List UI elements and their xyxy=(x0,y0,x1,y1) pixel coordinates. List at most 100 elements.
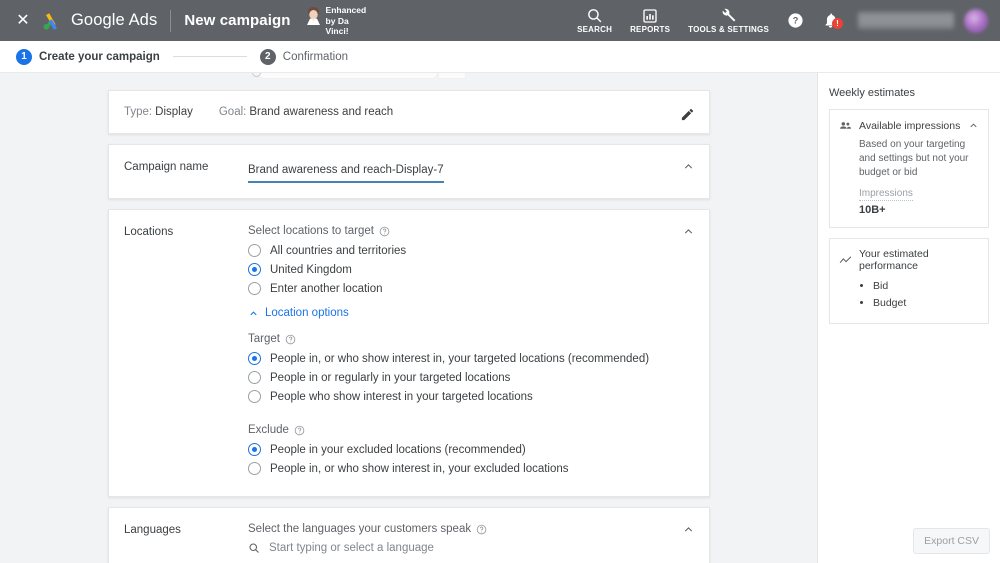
exclude-option-in-excluded[interactable]: People in your excluded locations (recom… xyxy=(248,443,663,456)
exclude-heading-row: Exclude xyxy=(248,424,663,436)
main-content: Type: Display Goal: Brand awareness and … xyxy=(0,73,818,563)
account-name[interactable] xyxy=(858,12,954,29)
impressions-metric-value: 10B+ xyxy=(859,204,886,216)
step-label: Confirmation xyxy=(282,50,348,63)
people-icon xyxy=(839,119,852,132)
sidebar-title: Weekly estimates xyxy=(829,87,915,99)
nav-search[interactable]: SEARCH xyxy=(568,7,621,34)
target-option-in-or-interest[interactable]: People in, or who show interest in, your… xyxy=(248,352,663,365)
nav-reports-label: REPORTS xyxy=(630,24,671,34)
radio-button xyxy=(248,462,261,475)
avatar[interactable] xyxy=(964,8,988,33)
top-header: ✕ Google Ads New campaign Enhanced by Da… xyxy=(0,0,1000,41)
impressions-metric-label: Impressions xyxy=(859,188,913,201)
location-option-united-kingdom[interactable]: United Kingdom xyxy=(248,263,663,276)
nav-tools-settings-label: TOOLS & SETTINGS xyxy=(688,25,769,34)
chevron-up-icon[interactable] xyxy=(682,225,695,238)
page-title: New campaign xyxy=(184,12,291,29)
close-icon[interactable]: ✕ xyxy=(8,12,38,29)
help-icon[interactable] xyxy=(379,226,390,237)
locations-label: Locations xyxy=(124,226,174,238)
target-heading-row: Target xyxy=(248,333,663,345)
locations-caption: Select locations to target xyxy=(248,225,374,237)
export-csv-button[interactable]: Export CSV xyxy=(913,528,990,554)
estimated-performance-card: Your estimated performance Bid Budget xyxy=(829,238,989,324)
target-radio-group: People in, or who show interest in, your… xyxy=(248,352,663,403)
step-connector xyxy=(172,56,247,57)
radio-label: People in, or who show interest in, your… xyxy=(270,352,650,365)
notifications-button[interactable]: ! xyxy=(813,12,848,29)
locations-caption-row: Select locations to target xyxy=(248,225,663,237)
help-icon[interactable] xyxy=(294,425,305,436)
help-button[interactable]: ? xyxy=(778,12,813,29)
radio-label: Enter another location xyxy=(270,282,383,295)
campaign-name-card: Campaign name xyxy=(108,144,710,199)
performance-card-title: Your estimated performance xyxy=(859,248,929,272)
radio-button xyxy=(248,282,261,295)
chevron-up-icon[interactable] xyxy=(682,160,695,173)
location-option-all-countries[interactable]: All countries and territories xyxy=(248,244,663,257)
impressions-card-title: Available impressions xyxy=(859,119,961,132)
davinci-badge-label: Enhanced by Da Vinci! xyxy=(325,5,367,37)
exclude-option-in-or-interest[interactable]: People in, or who show interest in, your… xyxy=(248,462,663,475)
campaign-summary-card: Type: Display Goal: Brand awareness and … xyxy=(108,90,710,134)
summary-type-label: Type: xyxy=(124,106,153,118)
radio-button xyxy=(248,443,261,456)
search-icon xyxy=(249,543,259,553)
location-option-enter-another[interactable]: Enter another location xyxy=(248,282,663,295)
radio-button xyxy=(248,390,261,403)
chevron-up-icon[interactable] xyxy=(968,120,979,131)
radio-button xyxy=(248,371,261,384)
step-create-campaign[interactable]: 1 Create your campaign xyxy=(16,48,160,65)
step-confirmation[interactable]: 2 Confirmation xyxy=(259,48,348,65)
davinci-badge: Enhanced by Da Vinci! xyxy=(305,5,372,37)
edit-pencil-icon[interactable] xyxy=(680,107,695,122)
chevron-up-icon[interactable] xyxy=(682,523,695,536)
language-search-input[interactable] xyxy=(269,542,519,554)
weekly-estimates-sidebar: Weekly estimates Available impressions B… xyxy=(818,73,1000,563)
help-icon[interactable] xyxy=(285,334,296,345)
help-icon[interactable] xyxy=(476,524,487,535)
target-option-in-or-regularly[interactable]: People in or regularly in your targeted … xyxy=(248,371,663,384)
exclude-heading: Exclude xyxy=(248,424,289,436)
radio-label: United Kingdom xyxy=(270,263,352,276)
trend-line-icon xyxy=(839,254,852,267)
languages-card: Languages Select the languages your cust… xyxy=(108,507,710,563)
step-number: 2 xyxy=(259,48,276,65)
language-search-row xyxy=(248,542,663,554)
campaign-name-input[interactable] xyxy=(248,164,444,181)
languages-caption-row: Select the languages your customers spea… xyxy=(248,523,663,535)
target-heading: Target xyxy=(248,333,280,345)
header-nav: SEARCH REPORTS TOOLS & SETTINGS ? ! xyxy=(568,0,1000,41)
step-label: Create your campaign xyxy=(39,50,160,63)
target-option-show-interest[interactable]: People who show interest in your targete… xyxy=(248,390,663,403)
summary-type-value: Display xyxy=(155,106,193,118)
radio-button xyxy=(248,244,261,257)
google-ads-logo xyxy=(43,12,57,30)
radio-label: All countries and territories xyxy=(270,244,407,257)
summary-goal-value: Brand awareness and reach xyxy=(249,106,394,118)
location-options-label: Location options xyxy=(265,307,349,319)
davinci-avatar-icon xyxy=(306,7,320,26)
location-options-toggle[interactable]: Location options xyxy=(248,307,663,319)
radio-label: People who show interest in your targete… xyxy=(270,390,533,403)
summary-goal-label: Goal: xyxy=(218,106,247,118)
impressions-description: Based on your targeting and settings but… xyxy=(859,139,969,178)
nav-reports[interactable]: REPORTS xyxy=(621,8,679,34)
notification-badge: ! xyxy=(832,18,843,29)
tools-settings-icon xyxy=(722,8,736,22)
chevron-up-icon xyxy=(250,310,257,315)
languages-label: Languages xyxy=(124,524,181,536)
radio-button xyxy=(248,263,261,276)
step-number: 1 xyxy=(16,48,32,65)
reports-icon xyxy=(643,8,657,23)
progress-stepper: 1 Create your campaign 2 Confirmation xyxy=(0,41,1000,73)
performance-bullet-list: Bid Budget xyxy=(873,278,979,312)
campaign-name-field-wrap xyxy=(248,160,444,183)
nav-tools-settings[interactable]: TOOLS & SETTINGS xyxy=(679,7,778,34)
radio-label: People in your excluded locations (recom… xyxy=(270,443,526,456)
nav-search-label: SEARCH xyxy=(577,25,613,34)
exclude-radio-group: People in your excluded locations (recom… xyxy=(248,443,663,475)
help-icon: ? xyxy=(788,13,803,28)
